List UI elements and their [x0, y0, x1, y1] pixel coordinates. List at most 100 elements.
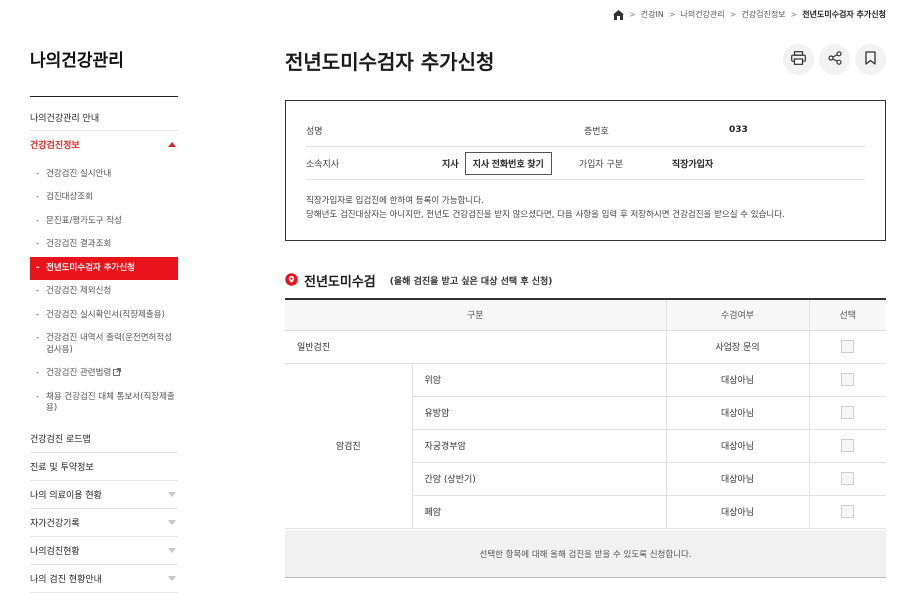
member-type-label: 가입자 구분	[578, 159, 624, 170]
sidebar-submenu: - 건강검진 실시안내 - 검진대상조회 - 문진표/평가도구 작성 - 건강검진 결과…	[30, 158, 178, 425]
breadcrumb-current: 전년도미수검자 추가신청	[802, 10, 886, 19]
sidebar-item-checkup-guide[interactable]: 나의 검진 현황안내	[30, 565, 178, 593]
sidebar-subitem-label: 건강검진 실시확인서(직장제출용)	[46, 309, 165, 320]
notice-line: 당해년도 검진대상자는 아니지만, 전년도 건강검진을 받지 않으셨다면, 다음…	[306, 210, 785, 221]
home-icon[interactable]	[613, 9, 625, 20]
exam-name: 위암	[411, 363, 666, 397]
print-button[interactable]	[783, 44, 814, 75]
chevron-right-icon: >	[790, 10, 798, 19]
member-info-box: 성명 증번호 033 소속지사 지사 지사 전화번호 찾기 가입자 구분 직장가…	[285, 100, 886, 241]
breadcrumb-item[interactable]: 나의건강관리	[681, 9, 725, 20]
sidebar-subitem-label: 건강검진 제외신청	[46, 286, 112, 297]
sidebar-subitem[interactable]: - 건강검진 실시안내	[30, 163, 178, 186]
exam-name: 간암 (상반기)	[411, 462, 666, 496]
sidebar-lower: 건강검진 로드맵 진료 및 투약정보 나의 의료이용 현황 자가건강기록 나의검…	[30, 425, 178, 593]
sidebar-subitem[interactable]: - 건강검진 내역서 출력(운전면허적성검사용)	[30, 327, 178, 362]
column-header: 선택	[808, 298, 886, 331]
exam-status: 대상아님	[665, 396, 809, 430]
sidebar-item-medication[interactable]: 진료 및 투약정보	[30, 453, 178, 481]
sidebar-subitem[interactable]: - 건강검진 결과조회	[30, 233, 178, 256]
branch-label: 소속지사	[306, 159, 340, 170]
sidebar-item-checkup-info[interactable]: 건강검진정보	[30, 131, 178, 158]
sidebar-item-checkup-status[interactable]: 나의검진현황	[30, 537, 178, 565]
select-checkbox[interactable]	[841, 340, 855, 353]
exam-status: 대상아님	[665, 495, 809, 529]
share-button[interactable]	[819, 44, 850, 75]
caret-down-icon	[168, 575, 176, 581]
sidebar-item-guide[interactable]: 나의건강관리 안내	[30, 104, 178, 131]
exam-name: 자궁경부암	[411, 429, 666, 463]
exam-category: 일반검진	[285, 330, 666, 364]
sidebar-subitem[interactable]: - 건강검진 실시확인서(직장제출용)	[30, 304, 178, 327]
sidebar-item-label: 건강검진 로드맵	[30, 434, 91, 445]
select-checkbox[interactable]	[841, 373, 855, 386]
exam-table: 구분 수검여부 선택 일반검진 사업장 문의 암검진 위암 대상아님 유방암 대…	[285, 298, 886, 529]
sidebar-item-medical-usage[interactable]: 나의 의료이용 현황	[30, 481, 178, 509]
select-checkbox[interactable]	[841, 406, 855, 419]
sidebar-item-label: 나의검진현황	[30, 546, 80, 557]
column-header: 수검여부	[665, 298, 809, 331]
sidebar-subitem[interactable]: - 검진대상조회	[30, 186, 178, 209]
sidebar-item-label: 나의건강관리 안내	[30, 113, 100, 124]
sidebar-subitem-label: 건강검진 실시안내	[46, 169, 112, 179]
sidebar-item-label: 나의 검진 현황안내	[30, 574, 102, 585]
exam-name: 유방암	[411, 396, 666, 430]
sidebar-item-roadmap[interactable]: 건강검진 로드맵	[30, 425, 178, 453]
divider	[30, 96, 178, 97]
notice-text: 직장가입자로 입검진에 한하여 등록이 가능합니다. 당해년도 검진대상자는 아…	[306, 194, 785, 222]
select-cell	[808, 495, 886, 529]
select-cell	[808, 330, 886, 364]
sidebar-subitem[interactable]: - 건강검진 제외신청	[30, 280, 178, 303]
sidebar-subitem-selected[interactable]: - 전년도미수검자 추가신청	[30, 256, 178, 281]
select-checkbox[interactable]	[841, 439, 855, 452]
breadcrumb-item[interactable]: 건강검진정보	[741, 9, 785, 20]
exam-category: 암검진	[285, 363, 412, 529]
section-title: 전년도미수검	[304, 275, 376, 290]
select-cell	[808, 429, 886, 463]
caret-down-icon	[168, 547, 176, 553]
table-footer-note: 선택한 항목에 대해 올해 검진을 받을 수 있도록 신청합니다.	[285, 530, 886, 578]
bookmark-button[interactable]	[855, 44, 886, 75]
branch-value: 지사	[442, 159, 459, 170]
sidebar-subitem-label: 건강검진 관련법령	[46, 368, 112, 379]
share-icon	[827, 50, 842, 69]
sidebar-item-self-record[interactable]: 자가건강기록	[30, 509, 178, 537]
sidebar-subitem[interactable]: - 채용 건강검진 대체 통보서(직장제출용)	[30, 386, 178, 421]
info-row: 소속지사 지사 지사 전화번호 찾기 가입자 구분 직장가입자	[306, 147, 865, 180]
sidebar-subitem-label: 문진표/평가도구 작성	[46, 215, 122, 226]
notice-line: 직장가입자로 입검진에 한하여 등록이 가능합니다.	[306, 196, 484, 206]
section-subtitle: (올해 검진을 받고 싶은 대상 선택 후 신청)	[389, 277, 553, 287]
exam-status: 대상아님	[665, 363, 809, 397]
id-value: 033	[729, 125, 748, 135]
select-checkbox[interactable]	[841, 505, 855, 518]
chevron-right-icon: >	[729, 10, 737, 19]
select-checkbox[interactable]	[841, 472, 855, 485]
id-label: 증번호	[584, 126, 609, 137]
breadcrumb-item[interactable]: 건강IN	[641, 9, 664, 20]
sidebar-subitem-label: 건강검진 결과조회	[46, 239, 112, 250]
select-cell	[808, 363, 886, 397]
table-header-row: 구분 수검여부 선택	[285, 298, 886, 331]
table-row: 암검진 위암 대상아님	[285, 363, 886, 529]
location-pin-icon	[285, 271, 298, 290]
sidebar-item-label: 나의 의료이용 현황	[30, 490, 102, 501]
exam-status: 사업장 문의	[665, 330, 809, 364]
sidebar-title: 나의건강관리	[30, 51, 124, 71]
column-header: 구분	[285, 298, 666, 331]
find-branch-phone-button[interactable]: 지사 전화번호 찾기	[464, 151, 552, 175]
page-title: 전년도미수검자 추가신청	[285, 50, 495, 74]
sidebar-subitem[interactable]: - 건강검진 관련법령	[30, 362, 178, 385]
sidebar-item-label: 건강검진정보	[30, 141, 80, 151]
sidebar-subitem-label: 검진대상조회	[46, 192, 93, 203]
select-cell	[808, 396, 886, 430]
select-cell	[808, 462, 886, 496]
page-tools	[783, 44, 886, 75]
breadcrumb: > 건강IN > 나의건강관리 > 건강검진정보 > 전년도미수검자 추가신청	[613, 9, 886, 20]
sidebar-item-label: 진료 및 투약정보	[30, 462, 94, 473]
exam-name: 폐암	[411, 495, 666, 529]
sidebar-subitem[interactable]: - 문진표/평가도구 작성	[30, 210, 178, 233]
external-link-icon	[113, 368, 122, 377]
exam-status: 대상아님	[665, 429, 809, 463]
caret-up-icon	[168, 142, 176, 147]
table-row: 일반검진 사업장 문의	[285, 330, 886, 364]
